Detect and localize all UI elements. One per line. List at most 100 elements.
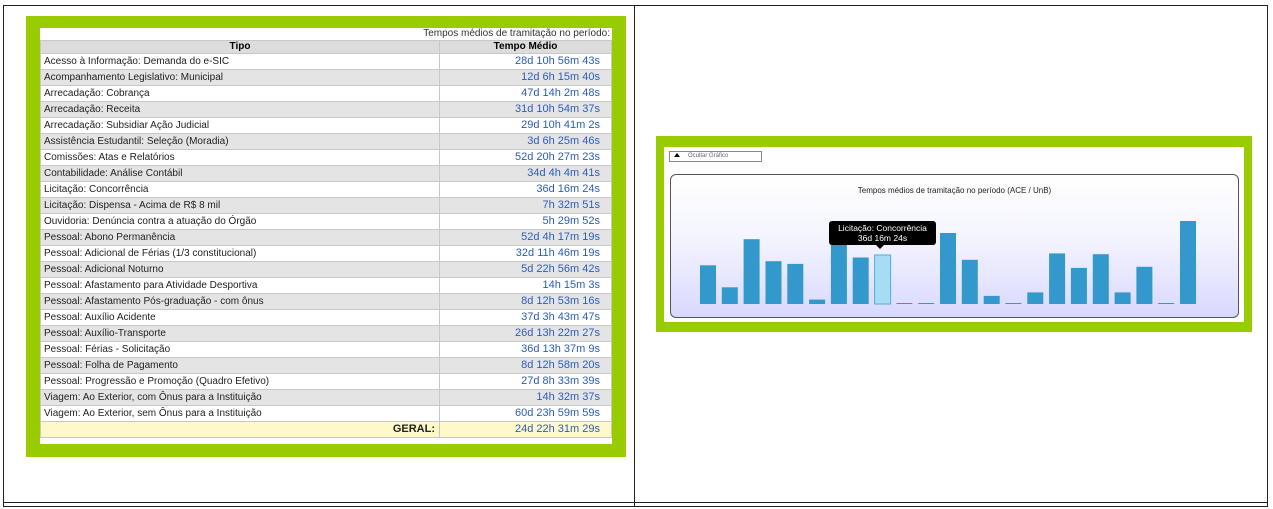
row-tempo-medio: 36d 16m 24s [439,181,612,198]
row-tipo: Pessoal: Auxílio-Transporte [40,325,440,342]
row-tempo-medio: 8d 12h 58m 20s [439,357,612,374]
chart-bar[interactable] [940,233,956,304]
chart-bar[interactable] [1092,254,1109,304]
row-tempo-medio: 60d 23h 59m 59s [439,405,612,422]
table-row: Pessoal: Auxílio Acidente 37d 3h 43m 47s [40,309,612,326]
chart-bar[interactable] [743,239,760,304]
table-row: Pessoal: Progressão e Promoção (Quadro E… [40,373,612,390]
table-row: Pessoal: Adicional de Férias (1/3 consti… [40,245,612,262]
row-tempo-medio: 7h 32m 51s [439,197,612,214]
row-tipo: Arrecadação: Receita [40,101,440,118]
row-tempo-medio: 14h 32m 37s [439,389,612,406]
row-tipo: Pessoal: Afastamento para Atividade Desp… [40,277,440,294]
chart-bar[interactable] [809,299,826,304]
table-row: Acompanhamento Legislativo: Municipal 12d… [40,69,612,86]
row-tempo-medio: 36d 13h 37m 9s [439,341,612,358]
table-panel-inner: Tempos médios de tramitação no período: … [40,28,612,444]
row-tempo-medio: 37d 3h 43m 47s [439,309,612,326]
row-tempo-medio: 31d 10h 54m 37s [439,101,612,118]
row-tempo-medio: 3d 6h 25m 46s [439,133,612,150]
row-tempo-medio: 14h 15m 3s [439,277,612,294]
table-row: Pessoal: Férias - Solicitação 36d 13h 37m… [40,341,612,358]
table-row: Assistência Estudantil: Seleção (Moradia… [40,133,612,150]
table-row: Pessoal: Adicional Noturno 5d 22h 56m 42s [40,261,612,278]
total-label: GERAL: [40,421,440,438]
row-tipo: Licitação: Concorrência [40,181,440,198]
chart-bar[interactable] [1136,266,1153,304]
chart-bar[interactable] [1027,292,1044,304]
table-row: Acesso à Informação: Demanda do e-SIC 28d… [40,53,612,70]
row-tipo: Pessoal: Adicional de Férias (1/3 consti… [40,245,440,262]
row-tipo: Comissões: Atas e Relatórios [40,149,440,166]
chart-bar[interactable] [874,254,892,305]
row-tipo: Viagem: Ao Exterior, com Ônus para a Ins… [40,389,440,406]
triangle-up-icon [674,153,680,157]
chart-bar[interactable] [721,287,738,304]
table-row: Viagem: Ao Exterior, com Ônus para a Ins… [40,389,612,406]
chart-bar[interactable] [700,265,716,304]
chart-bar[interactable] [1114,292,1131,304]
row-tempo-medio: 12d 6h 15m 40s [439,69,612,86]
table-row: Arrecadação: Subsidiar Ação Judicial 29d … [40,117,612,134]
row-tempo-medio: 29d 10h 41m 2s [439,117,612,134]
row-tempo-medio: 28d 10h 56m 43s [439,53,612,70]
header-tipo: Tipo [40,40,440,54]
row-tipo: Pessoal: Férias - Solicitação [40,341,440,358]
chart-bar[interactable] [918,303,935,304]
row-tempo-medio: 52d 4h 17m 19s [439,229,612,246]
row-tipo: Pessoal: Adicional Noturno [40,261,440,278]
row-tipo: Pessoal: Auxílio Acidente [40,309,440,326]
row-tipo: Arrecadação: Subsidiar Ação Judicial [40,117,440,134]
row-tempo-medio: 5d 22h 56m 42s [439,261,612,278]
chart-bar[interactable] [1070,267,1087,304]
row-tipo: Pessoal: Abono Permanência [40,229,440,246]
total-tempo-medio: 24d 22h 31m 29s [439,421,612,438]
hide-chart-button[interactable]: Ocultar Gráfico [669,151,762,162]
table-row: Pessoal: Afastamento para Atividade Desp… [40,277,612,294]
table-row: Pessoal: Auxílio-Transporte 26d 13h 22m 2… [40,325,612,342]
row-tempo-medio: 26d 13h 22m 27s [439,325,612,342]
row-tipo: Pessoal: Folha de Pagamento [40,357,440,374]
chart-bar[interactable] [1158,303,1175,304]
chart-bar[interactable] [896,303,913,304]
table-row: Licitação: Dispensa - Acima de R$ 8 mil 7… [40,197,612,214]
row-tempo-medio: 47d 14h 2m 48s [439,85,612,102]
row-tempo-medio: 32d 11h 46m 19s [439,245,612,262]
chart-bar[interactable] [1005,303,1022,304]
chart-bar[interactable] [961,259,978,304]
table-row: Licitação: Concorrência 36d 16m 24s [40,181,612,198]
row-tipo: Acompanhamento Legislativo: Municipal [40,69,440,86]
chart-tooltip: Licitação: Concorrência 36d 16m 24s [829,221,936,249]
row-tipo: Pessoal: Progressão e Promoção (Quadro E… [40,373,440,390]
tramitacao-table: Tipo Tempo Médio Acesso à Informação: De… [40,40,612,438]
chart-bar[interactable] [983,295,1000,304]
chart-bar[interactable] [852,257,869,305]
row-tempo-medio: 34d 4h 4m 41s [439,165,612,182]
row-tipo: Ouvidoria: Denúncia contra a atuação do … [40,213,440,230]
table-row: Pessoal: Folha de Pagamento 8d 12h 58m 20… [40,357,612,374]
chart-bar[interactable] [1049,253,1066,304]
table-row: Viagem: Ao Exterior, sem Ônus para a Ins… [40,405,612,422]
tooltip-value: 36d 16m 24s [857,233,908,243]
chart-bar[interactable] [787,263,804,304]
table-caption: Tempos médios de tramitação no período: [423,28,610,39]
row-tempo-medio: 52d 20h 27m 23s [439,149,612,166]
tooltip-arrow [876,245,884,249]
chart-bar[interactable] [765,261,782,304]
row-divider [4,502,1267,503]
chart-area: Tempos médios de tramitação no período (… [670,174,1239,318]
row-tipo: Viagem: Ao Exterior, sem Ônus para a Ins… [40,405,440,422]
row-tempo-medio: 5h 29m 52s [439,213,612,230]
row-tipo: Assistência Estudantil: Seleção (Moradia… [40,133,440,150]
row-tipo: Licitação: Dispensa - Acima de R$ 8 mil [40,197,440,214]
column-divider [634,6,635,506]
row-tipo: Pessoal: Afastamento Pós-graduação - com… [40,293,440,310]
header-tempo-medio: Tempo Médio [439,40,612,54]
row-tempo-medio: 8d 12h 53m 16s [439,293,612,310]
chart-panel-inner: Ocultar Gráfico Tempos médios de tramita… [664,147,1244,322]
row-tempo-medio: 27d 8h 33m 39s [439,373,612,390]
chart-bar[interactable] [1180,221,1196,304]
table-row: Arrecadação: Cobrança 47d 14h 2m 48s [40,85,612,102]
row-tipo: Arrecadação: Cobrança [40,85,440,102]
tooltip-label: Licitação: Concorrência [838,223,927,233]
